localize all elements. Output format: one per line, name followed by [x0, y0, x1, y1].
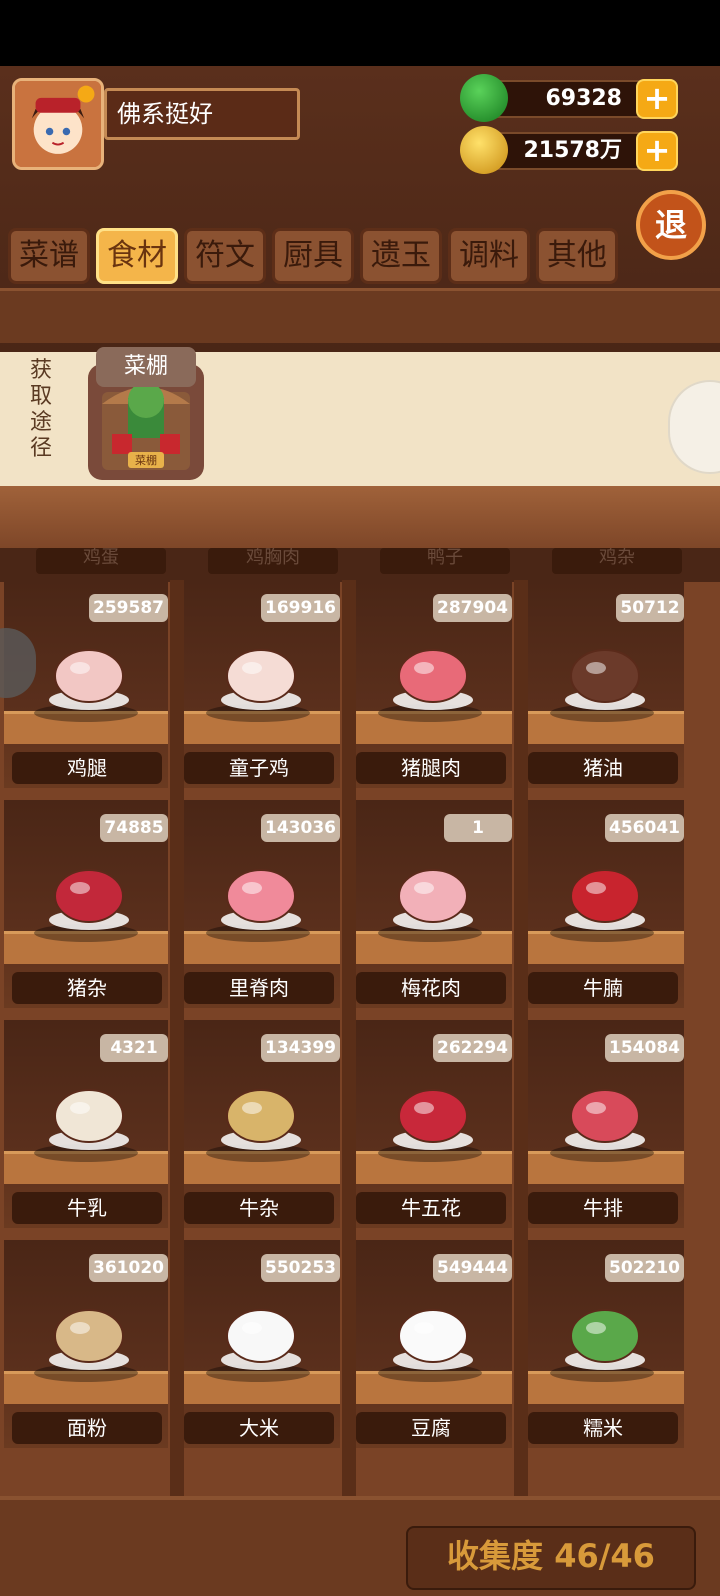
divider-shelf: [0, 288, 720, 343]
category-tabs: 菜谱 食材 符文 厨具 遗玉 调料 其他: [8, 228, 618, 284]
pork-slices-icon: [388, 630, 478, 714]
item-name-label: 猪腿肉: [356, 752, 506, 784]
item-count-badge: 549444: [433, 1254, 512, 1282]
tab-relic-jade[interactable]: 遗玉: [360, 228, 442, 284]
pork-offal-icon: [44, 850, 134, 934]
collection-progress: 收集度 46/46: [406, 1526, 696, 1590]
item-name-label: 糯米: [528, 1412, 678, 1444]
item-name-label: 牛五花: [356, 1192, 506, 1224]
steak-icon: [560, 1070, 650, 1154]
rice-bowl-icon: [216, 1290, 306, 1374]
beef-belly-icon: [388, 1070, 478, 1154]
item-count-badge: 169916: [261, 594, 340, 622]
ingredient-slot[interactable]: 4321 牛乳: [4, 1020, 168, 1228]
top-row-label: 鸭子: [380, 548, 510, 574]
item-count-badge: 50712: [616, 594, 684, 622]
item-name-label: 大米: [184, 1412, 334, 1444]
item-count-badge: 262294: [433, 1034, 512, 1062]
item-count-badge: 1: [444, 814, 512, 842]
source-card-label: 菜棚: [96, 347, 196, 387]
tab-ingredients[interactable]: 食材: [96, 228, 178, 284]
item-count-badge: 456041: [605, 814, 684, 842]
coin-value: 21578万: [523, 138, 622, 163]
tab-recipes[interactable]: 菜谱: [8, 228, 90, 284]
lard-bowl-icon: [560, 630, 650, 714]
pork-shoulder-icon: [388, 850, 478, 934]
ingredient-slot[interactable]: 361020 面粉: [4, 1240, 168, 1448]
item-name-label: 面粉: [12, 1412, 162, 1444]
ingredient-slot[interactable]: 143036 里脊肉: [176, 800, 340, 1008]
jade-value: 69328: [545, 86, 622, 111]
sticky-rice-icon: [560, 1290, 650, 1374]
flour-sack-icon: [44, 1290, 134, 1374]
item-count-badge: 143036: [261, 814, 340, 842]
item-count-badge: 4321: [100, 1034, 168, 1062]
tab-runes[interactable]: 符文: [184, 228, 266, 284]
item-name-label: 童子鸡: [184, 752, 334, 784]
tab-seasoning[interactable]: 调料: [448, 228, 530, 284]
chicken-leg-icon: [44, 630, 134, 714]
add-coin-button[interactable]: +: [636, 131, 678, 171]
player-name: 佛系挺好: [104, 88, 300, 140]
item-count-badge: 154084: [605, 1034, 684, 1062]
item-count-badge: 134399: [261, 1034, 340, 1062]
top-row-label: 鸡胸肉: [208, 548, 338, 574]
item-count-badge: 502210: [605, 1254, 684, 1282]
coin-icon: [460, 126, 508, 174]
ingredient-slot[interactable]: 1 梅花肉: [348, 800, 512, 1008]
item-name-label: 牛腩: [528, 972, 678, 1004]
item-count-badge: 287904: [433, 594, 512, 622]
item-name-label: 牛杂: [184, 1192, 334, 1224]
item-name-label: 牛排: [528, 1192, 678, 1224]
item-name-label: 梅花肉: [356, 972, 506, 1004]
item-name-label: 猪杂: [12, 972, 162, 1004]
milk-jar-icon: [44, 1070, 134, 1154]
ingredient-slot[interactable]: 50712 猪油: [520, 580, 684, 788]
item-name-label: 豆腐: [356, 1412, 506, 1444]
whole-chicken-icon: [216, 630, 306, 714]
jade-icon: [460, 74, 508, 122]
item-count-badge: 74885: [100, 814, 168, 842]
tofu-icon: [388, 1290, 478, 1374]
exit-button[interactable]: 退: [636, 190, 706, 260]
source-title: 获取途径: [30, 358, 53, 461]
ingredient-slot[interactable]: 74885 猪杂: [4, 800, 168, 1008]
beef-brisket-icon: [560, 850, 650, 934]
ingredient-slot[interactable]: 262294 牛五花: [348, 1020, 512, 1228]
ingredient-slot[interactable]: 287904 猪腿肉: [348, 580, 512, 788]
ingredient-slot[interactable]: 154084 牛排: [520, 1020, 684, 1228]
item-name-label: 牛乳: [12, 1192, 162, 1224]
item-name-label: 鸡腿: [12, 752, 162, 784]
beef-offal-icon: [216, 1070, 306, 1154]
cabinet-pillar: [170, 580, 184, 1496]
tab-other[interactable]: 其他: [536, 228, 618, 284]
top-row-label: 鸡杂: [552, 548, 682, 574]
ingredient-slot[interactable]: 549444 豆腐: [348, 1240, 512, 1448]
add-jade-button[interactable]: +: [636, 79, 678, 119]
ingredient-slot[interactable]: 169916 童子鸡: [176, 580, 340, 788]
status-bar: [0, 0, 720, 66]
coin-counter: 21578万 +: [460, 126, 678, 174]
ingredient-slot[interactable]: 502210 糯米: [520, 1240, 684, 1448]
tab-cookware[interactable]: 厨具: [272, 228, 354, 284]
cabinet-pillar: [342, 580, 356, 1496]
greenhouse-sign: 菜棚: [135, 453, 157, 467]
top-row-label: 鸡蛋: [36, 548, 166, 574]
item-count-badge: 259587: [89, 594, 168, 622]
ingredient-slot[interactable]: 550253 大米: [176, 1240, 340, 1448]
player-avatar[interactable]: [12, 78, 104, 170]
item-name-label: 里脊肉: [184, 972, 334, 1004]
item-count-badge: 361020: [89, 1254, 168, 1282]
item-count-badge: 550253: [261, 1254, 340, 1282]
cabinet-pillar: [514, 580, 528, 1496]
tenderloin-icon: [216, 850, 306, 934]
item-name-label: 猪油: [528, 752, 678, 784]
ingredient-slot[interactable]: 456041 牛腩: [520, 800, 684, 1008]
ingredient-slot[interactable]: 134399 牛杂: [176, 1020, 340, 1228]
jade-counter: 69328 +: [460, 74, 678, 122]
